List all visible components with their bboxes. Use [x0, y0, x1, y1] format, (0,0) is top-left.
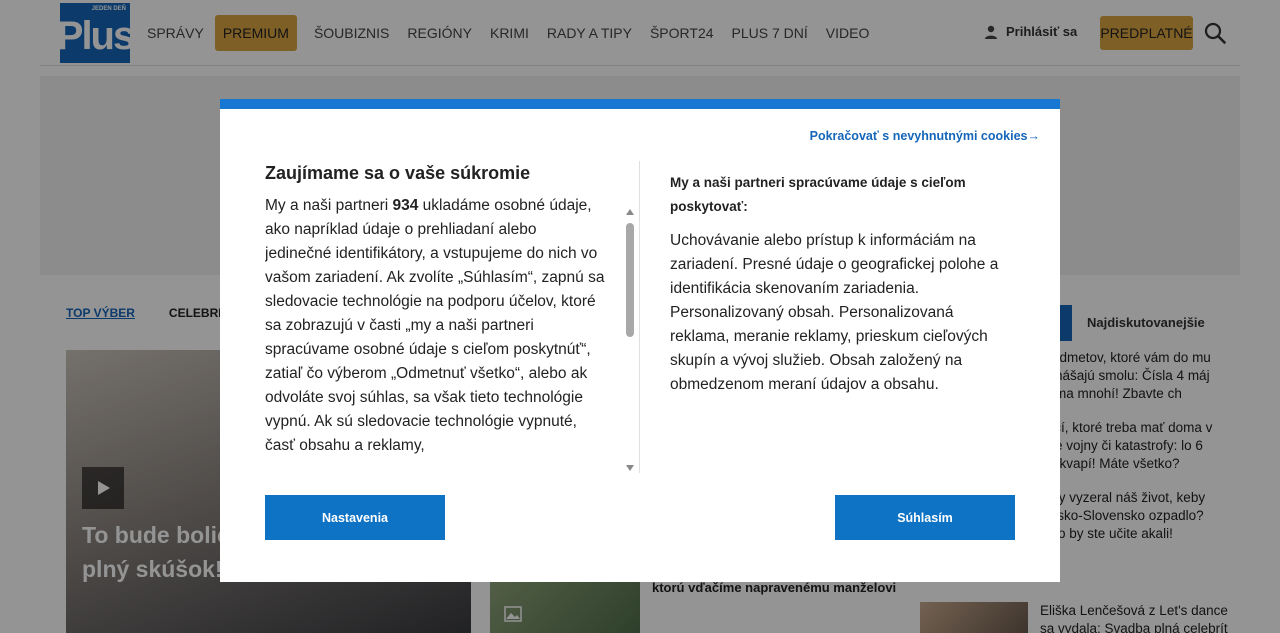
purposes-heading: My a naši partneri spracúvame údaje s ci…: [670, 175, 966, 214]
column-divider: [639, 161, 640, 473]
privacy-text: My a naši partneri 934 ukladáme osobné ú…: [265, 194, 605, 458]
settings-button[interactable]: Nastavenia: [265, 495, 445, 540]
continue-necessary-cookies-link[interactable]: Pokračovať s nevyhnutnými cookies→: [810, 129, 1040, 143]
privacy-text-rest: ukladáme osobné údaje, ako napríklad úda…: [265, 197, 605, 454]
scroll-up-arrow[interactable]: [626, 209, 634, 215]
privacy-text-scroll[interactable]: My a naši partneri 934 ukladáme osobné ú…: [265, 194, 640, 460]
scrollbar-thumb[interactable]: [626, 223, 634, 337]
dialog-title: Zaujímame sa o vaše súkromie: [265, 163, 531, 183]
purposes-column: My a naši partneri spracúvame údaje s ci…: [670, 171, 1015, 397]
scrollbar[interactable]: [623, 209, 637, 471]
agree-button[interactable]: Súhlasím: [835, 495, 1015, 540]
privacy-info-column: Zaujímame sa o vaše súkromie My a naši p…: [265, 161, 635, 473]
scroll-down-arrow[interactable]: [626, 465, 634, 471]
purposes-text: Uchovávanie alebo prístup k informáciám …: [670, 232, 999, 393]
privacy-text-start: My a naši partneri: [265, 197, 393, 214]
partner-count: 934: [392, 197, 419, 214]
cookie-consent-dialog: Pokračovať s nevyhnutnými cookies→ Zaují…: [220, 99, 1060, 582]
